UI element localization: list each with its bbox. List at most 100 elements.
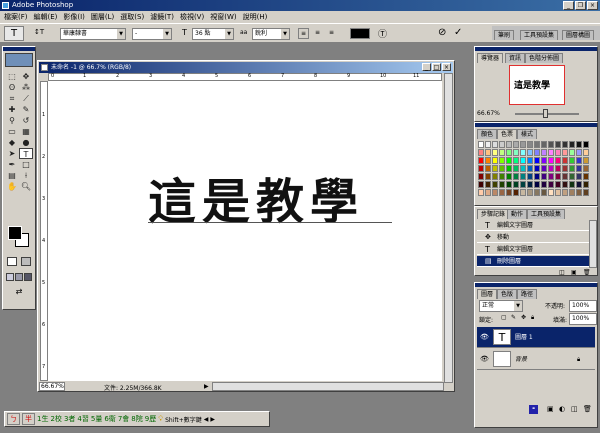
dodge-tool-icon[interactable]: ● <box>19 137 33 148</box>
lock-image-icon[interactable]: ✎ <box>511 314 516 321</box>
color-swatch[interactable] <box>534 165 540 172</box>
ime-candidate[interactable]: 6衛 <box>104 414 115 424</box>
ime-page-prev-icon[interactable]: ◀ <box>204 416 209 423</box>
color-swatch[interactable] <box>513 173 519 180</box>
ime-mode-icon[interactable]: ㄅ <box>7 413 20 425</box>
vertical-scrollbar[interactable] <box>444 73 453 383</box>
color-swatch[interactable] <box>506 189 512 196</box>
screen-mode-full-menu-icon[interactable] <box>15 273 23 281</box>
link-layers-icon[interactable]: ⚭ <box>529 405 538 414</box>
zoom-tool-icon[interactable]: 🔍︎ <box>19 181 33 192</box>
color-swatch[interactable] <box>562 149 568 156</box>
color-swatch[interactable] <box>513 181 519 188</box>
color-swatch[interactable] <box>520 141 526 148</box>
text-orientation-icon[interactable]: ↕T <box>34 28 44 36</box>
color-swatch[interactable] <box>520 165 526 172</box>
color-swatch[interactable] <box>492 181 498 188</box>
adobe-online-icon[interactable] <box>5 53 33 67</box>
text-color-swatch[interactable] <box>350 28 370 39</box>
doc-minimize-icon[interactable]: _ <box>422 63 431 71</box>
color-swatch[interactable] <box>485 173 491 180</box>
color-swatch[interactable] <box>541 165 547 172</box>
color-swatch[interactable] <box>562 157 568 164</box>
move-tool-icon[interactable]: ✥ <box>19 71 33 82</box>
crop-tool-icon[interactable]: ⌗ <box>5 93 19 104</box>
blend-mode-select[interactable]: 正常 ▼ <box>479 300 523 312</box>
font-style-select[interactable]: - ▼ <box>132 28 172 40</box>
menu-window[interactable]: 視窗(W) <box>210 12 236 22</box>
color-swatch[interactable] <box>548 141 554 148</box>
color-swatch[interactable] <box>520 173 526 180</box>
doc-close-icon[interactable]: × <box>442 63 451 71</box>
navigator-preview[interactable]: 這是教學 <box>509 65 565 105</box>
align-center-button[interactable]: ≡ <box>312 28 323 39</box>
color-swatch[interactable] <box>520 181 526 188</box>
tab-history[interactable]: 步驟記錄 <box>477 209 510 219</box>
tab-tool-presets[interactable]: 工具預設集 <box>520 30 559 40</box>
cancel-icon[interactable]: ⊘ <box>438 27 446 38</box>
color-swatch[interactable] <box>583 157 589 164</box>
type-tool-icon[interactable]: T <box>19 148 33 159</box>
color-swatch[interactable] <box>534 157 540 164</box>
new-layer-icon[interactable]: ◫ <box>571 405 578 413</box>
color-swatch[interactable] <box>562 181 568 188</box>
color-swatch[interactable] <box>485 157 491 164</box>
ime-page-next-icon[interactable]: ▶ <box>210 416 215 423</box>
fill-field[interactable]: 100% <box>569 313 597 325</box>
foreground-color-swatch[interactable] <box>8 226 22 240</box>
menu-image[interactable]: 影像(I) <box>63 12 85 22</box>
color-swatch[interactable] <box>506 165 512 172</box>
tab-actions[interactable]: 動作 <box>507 209 528 219</box>
color-swatch[interactable] <box>576 189 582 196</box>
color-swatch[interactable] <box>492 173 498 180</box>
layer-row-selected[interactable]: 👁︎ T 圖層 1 <box>477 327 595 348</box>
lock-position-icon[interactable]: ✥ <box>521 314 526 321</box>
color-swatch[interactable] <box>534 181 540 188</box>
magic-wand-tool-icon[interactable]: ⁂ <box>19 82 33 93</box>
color-swatch[interactable] <box>562 141 568 148</box>
tool-preset-button[interactable]: T <box>4 26 24 41</box>
color-swatch[interactable] <box>534 141 540 148</box>
opacity-field[interactable]: 100% <box>569 300 597 312</box>
tab-tool-presets-2[interactable]: 工具預設集 <box>527 209 566 219</box>
color-swatch[interactable] <box>569 181 575 188</box>
color-swatch[interactable] <box>499 141 505 148</box>
color-swatch[interactable] <box>548 157 554 164</box>
shape-tool-icon[interactable]: □ <box>19 159 33 170</box>
color-swatch[interactable] <box>555 173 561 180</box>
history-trash-icon[interactable]: 🗑︎ <box>583 269 591 276</box>
menu-help[interactable]: 說明(H) <box>243 12 268 22</box>
navigator-zoom-value[interactable]: 66.67% <box>477 110 500 117</box>
visibility-eye-icon[interactable]: 👁︎ <box>480 327 489 348</box>
color-swatch[interactable] <box>562 173 568 180</box>
color-swatch[interactable] <box>541 189 547 196</box>
tab-brushes[interactable]: 筆刷 <box>494 30 515 40</box>
color-swatch[interactable] <box>520 189 526 196</box>
font-family-select[interactable]: 華康隸書 ▼ <box>60 28 126 40</box>
tab-layer-comps[interactable]: 圖層構圖 <box>562 30 595 40</box>
color-swatch[interactable] <box>506 149 512 156</box>
path-selection-tool-icon[interactable]: ➤ <box>5 148 19 159</box>
color-swatch[interactable] <box>478 165 484 172</box>
minimize-icon[interactable]: _ <box>563 1 574 10</box>
lasso-tool-icon[interactable]: ʘ <box>5 82 19 93</box>
pen-tool-icon[interactable]: ✒ <box>5 159 19 170</box>
ime-halfwidth-icon[interactable]: 半 <box>22 413 35 425</box>
color-swatch[interactable] <box>569 189 575 196</box>
color-swatch[interactable] <box>527 157 533 164</box>
align-right-button[interactable]: ≡ <box>326 28 337 39</box>
tab-paths[interactable]: 路徑 <box>517 289 538 299</box>
color-swatch[interactable] <box>527 165 533 172</box>
tab-channels[interactable]: 色版 <box>497 289 518 299</box>
color-swatch[interactable] <box>506 141 512 148</box>
menu-layer[interactable]: 圖層(L) <box>91 12 114 22</box>
color-swatch[interactable] <box>520 157 526 164</box>
color-swatch[interactable] <box>485 189 491 196</box>
color-swatch[interactable] <box>569 165 575 172</box>
color-swatch[interactable] <box>506 157 512 164</box>
ime-candidate[interactable]: 7會 <box>118 414 129 424</box>
ruler-top[interactable]: 0 1 2 3 4 5 6 7 8 9 10 11 <box>48 73 442 81</box>
doc-maximize-icon[interactable]: □ <box>432 63 441 71</box>
color-swatch[interactable] <box>541 173 547 180</box>
color-swatch[interactable] <box>513 149 519 156</box>
